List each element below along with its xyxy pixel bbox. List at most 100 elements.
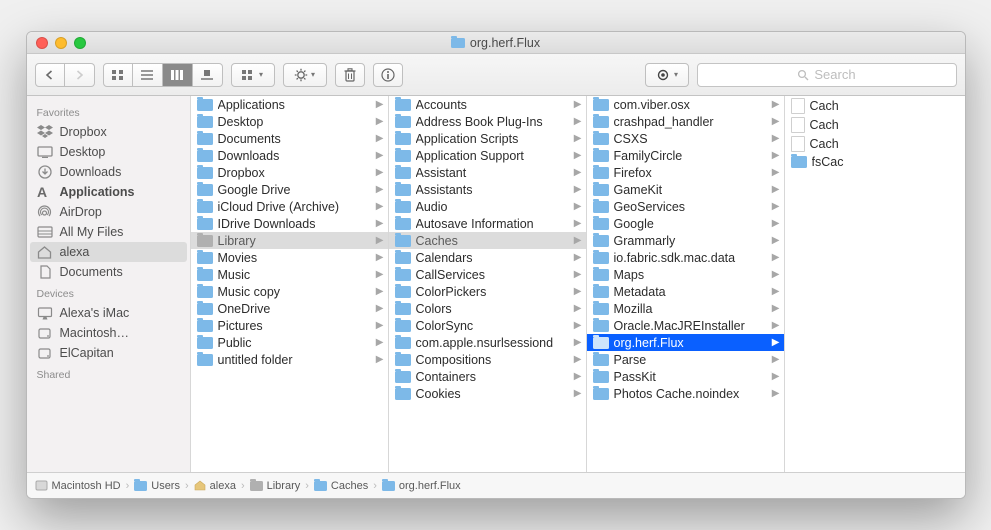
column-item[interactable]: Grammarly▶: [587, 232, 784, 249]
list-view-button[interactable]: [133, 63, 163, 87]
minimize-window-button[interactable]: [55, 37, 67, 49]
column-item[interactable]: OneDrive▶: [191, 300, 388, 317]
icon-view-button[interactable]: [103, 63, 133, 87]
arrange-button[interactable]: ▾: [231, 63, 275, 87]
column-item[interactable]: Google▶: [587, 215, 784, 232]
folder-icon: [593, 388, 609, 400]
column-item[interactable]: Application Support▶: [389, 147, 586, 164]
column-item[interactable]: Mozilla▶: [587, 300, 784, 317]
item-label: untitled folder: [218, 353, 371, 367]
trash-button[interactable]: [335, 63, 365, 87]
column-item[interactable]: Music▶: [191, 266, 388, 283]
column-item[interactable]: CSXS▶: [587, 130, 784, 147]
column-item[interactable]: GameKit▶: [587, 181, 784, 198]
path-segment[interactable]: Library: [250, 480, 301, 492]
column-item[interactable]: Assistants▶: [389, 181, 586, 198]
column-item[interactable]: FamilyCircle▶: [587, 147, 784, 164]
path-segment[interactable]: Caches: [314, 480, 368, 492]
sidebar-item[interactable]: Dropbox: [27, 122, 190, 142]
zoom-window-button[interactable]: [74, 37, 86, 49]
column-item[interactable]: Cookies▶: [389, 385, 586, 402]
column-item[interactable]: org.herf.Flux▶: [587, 334, 784, 351]
column-item[interactable]: Downloads▶: [191, 147, 388, 164]
forward-button[interactable]: [65, 63, 95, 87]
path-segment[interactable]: Macintosh HD: [35, 480, 121, 492]
column-item[interactable]: Music copy▶: [191, 283, 388, 300]
sidebar-item[interactable]: Alexa's iMac: [27, 303, 190, 323]
column-item[interactable]: Address Book Plug-Ins▶: [389, 113, 586, 130]
column-item[interactable]: Calendars▶: [389, 249, 586, 266]
column-item[interactable]: Desktop▶: [191, 113, 388, 130]
column-item[interactable]: Documents▶: [191, 130, 388, 147]
column-item[interactable]: Firefox▶: [587, 164, 784, 181]
column-item[interactable]: Photos Cache.noindex▶: [587, 385, 784, 402]
column-item[interactable]: Pictures▶: [191, 317, 388, 334]
column-item[interactable]: GeoServices▶: [587, 198, 784, 215]
docs-icon: [37, 265, 53, 279]
column-item[interactable]: Oracle.MacJREInstaller▶: [587, 317, 784, 334]
column-item[interactable]: CallServices▶: [389, 266, 586, 283]
item-label: IDrive Downloads: [218, 217, 371, 231]
column-item[interactable]: Library▶: [191, 232, 388, 249]
back-button[interactable]: [35, 63, 65, 87]
column-item[interactable]: Accounts▶: [389, 96, 586, 113]
column-view-button[interactable]: [163, 63, 193, 87]
column-item[interactable]: iCloud Drive (Archive)▶: [191, 198, 388, 215]
search-field[interactable]: Search: [697, 63, 957, 87]
sidebar-item[interactable]: Desktop: [27, 142, 190, 162]
column-item[interactable]: Caches▶: [389, 232, 586, 249]
column-item[interactable]: Parse▶: [587, 351, 784, 368]
sidebar-item[interactable]: Downloads: [27, 162, 190, 182]
column-item[interactable]: PassKit▶: [587, 368, 784, 385]
info-button[interactable]: [373, 63, 403, 87]
column-item[interactable]: Assistant▶: [389, 164, 586, 181]
column-item[interactable]: Movies▶: [191, 249, 388, 266]
action-button[interactable]: ▾: [283, 63, 327, 87]
column-item[interactable]: crashpad_handler▶: [587, 113, 784, 130]
column-item[interactable]: Dropbox▶: [191, 164, 388, 181]
column-item[interactable]: IDrive Downloads▶: [191, 215, 388, 232]
column-item[interactable]: Compositions▶: [389, 351, 586, 368]
column-item[interactable]: Audio▶: [389, 198, 586, 215]
column-item[interactable]: Cach: [785, 134, 885, 153]
path-segment[interactable]: alexa: [194, 480, 236, 492]
coverflow-view-button[interactable]: [193, 63, 223, 87]
column-item[interactable]: Autosave Information▶: [389, 215, 586, 232]
column-item[interactable]: Cach: [785, 115, 885, 134]
dropbox-toolbar-button[interactable]: ▾: [645, 63, 689, 87]
column-item[interactable]: ColorSync▶: [389, 317, 586, 334]
item-label: Caches: [416, 234, 569, 248]
sidebar-item[interactable]: ElCapitan: [27, 343, 190, 363]
column-item[interactable]: Google Drive▶: [191, 181, 388, 198]
path-segment[interactable]: Users: [134, 480, 180, 492]
sidebar-item[interactable]: All My Files: [27, 222, 190, 242]
path-segment[interactable]: org.herf.Flux: [382, 480, 461, 492]
chevron-right-icon: ▶: [376, 252, 384, 263]
column-item[interactable]: io.fabric.sdk.mac.data▶: [587, 249, 784, 266]
close-window-button[interactable]: [36, 37, 48, 49]
path-icon: [194, 480, 206, 491]
item-label: Colors: [416, 302, 569, 316]
column-item[interactable]: Metadata▶: [587, 283, 784, 300]
column-item[interactable]: Colors▶: [389, 300, 586, 317]
sidebar-item[interactable]: AApplications: [27, 182, 190, 202]
sidebar-item[interactable]: alexa: [30, 242, 187, 262]
column-item[interactable]: Public▶: [191, 334, 388, 351]
column-item[interactable]: Cach: [785, 96, 885, 115]
column-item[interactable]: ColorPickers▶: [389, 283, 586, 300]
sidebar-item[interactable]: Documents: [27, 262, 190, 282]
column-item[interactable]: fsCac: [785, 153, 885, 170]
column-item[interactable]: Maps▶: [587, 266, 784, 283]
item-label: iCloud Drive (Archive): [218, 200, 371, 214]
column-item[interactable]: untitled folder▶: [191, 351, 388, 368]
column-item[interactable]: com.apple.nsurlsessiond▶: [389, 334, 586, 351]
sidebar-item[interactable]: AirDrop: [27, 202, 190, 222]
column-item[interactable]: Applications▶: [191, 96, 388, 113]
chevron-right-icon: ▶: [574, 371, 582, 382]
column-item[interactable]: Containers▶: [389, 368, 586, 385]
column-item[interactable]: com.viber.osx▶: [587, 96, 784, 113]
item-label: Application Support: [416, 149, 569, 163]
column-item[interactable]: Application Scripts▶: [389, 130, 586, 147]
sidebar-item[interactable]: Macintosh…: [27, 323, 190, 343]
column-browser: Applications▶Desktop▶Documents▶Downloads…: [191, 96, 965, 472]
